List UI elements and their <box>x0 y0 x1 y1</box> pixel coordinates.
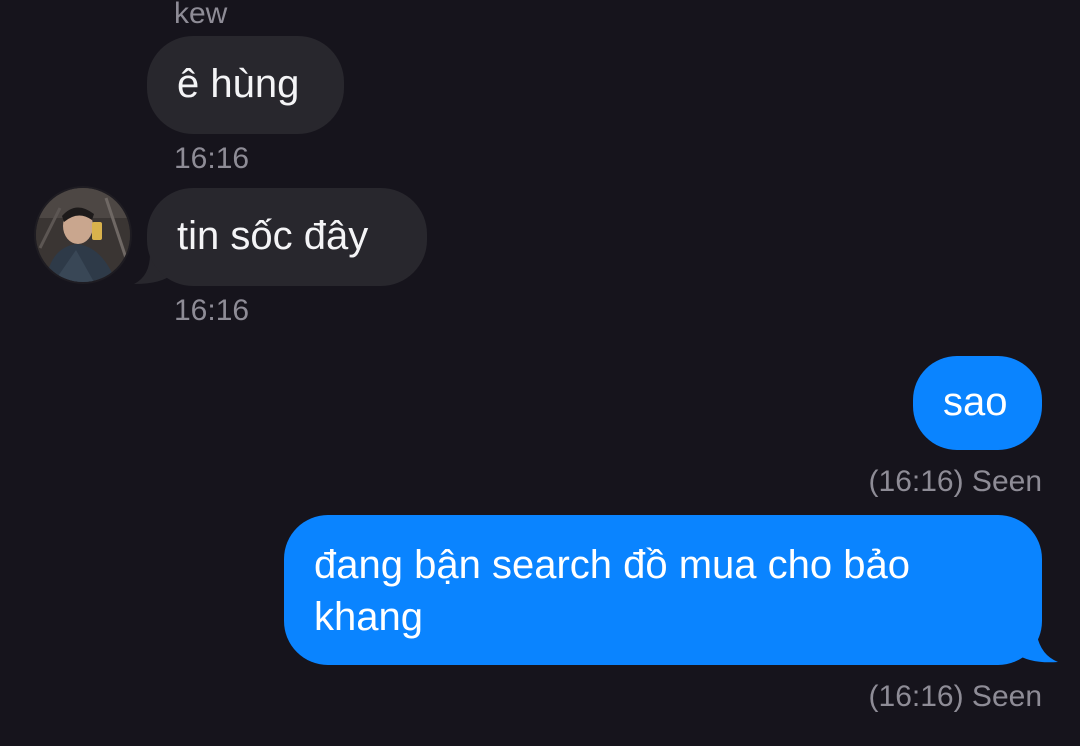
sender-name: kew <box>174 0 228 30</box>
message-bubble-outgoing[interactable]: đang bận search đồ mua cho bảo khang <box>284 515 1042 665</box>
chat-thread: kew ê hùng 16:16 tin sốc đây 16:16 sao (… <box>0 0 1080 746</box>
message-timestamp: 16:16 <box>174 142 250 175</box>
message-bubble-incoming[interactable]: tin sốc đây <box>147 188 427 286</box>
message-text: tin sốc đây <box>177 214 369 258</box>
message-status: (16:16) Seen <box>868 465 1042 498</box>
message-status: (16:16) Seen <box>868 680 1042 713</box>
message-text-line: đang bận search đồ mua cho bảo <box>314 543 910 587</box>
message-text-line: khang <box>314 595 423 639</box>
user-avatar-icon[interactable] <box>36 188 130 282</box>
message-timestamp: 16:16 <box>174 294 250 327</box>
message-text: sao <box>943 380 1008 424</box>
message-text: ê hùng <box>177 62 300 106</box>
message-bubble-outgoing[interactable]: sao <box>913 356 1042 450</box>
message-bubble-incoming[interactable]: ê hùng <box>147 36 344 134</box>
